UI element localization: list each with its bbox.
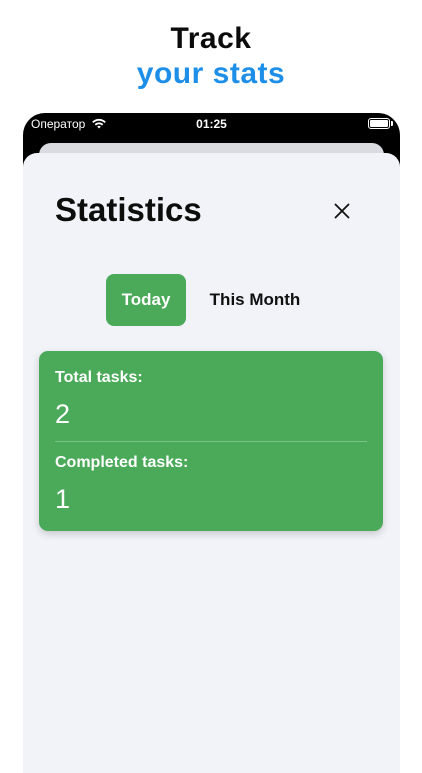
status-bar: Оператор 01:25 <box>23 113 400 135</box>
tab-this-month[interactable]: This Month <box>199 274 311 326</box>
total-tasks-label: Total tasks: <box>55 369 143 386</box>
close-button[interactable] <box>329 198 355 224</box>
promo-title: Track <box>170 22 252 55</box>
total-tasks-value: 2 <box>55 399 71 429</box>
stats-card: Total tasks: 2 Completed tasks: 1 <box>39 351 383 531</box>
phone-frame: Оператор 01:25 Statistics Today This Mon… <box>23 113 400 773</box>
promo-subtitle: your stats <box>136 57 286 90</box>
page-title: Statistics <box>55 191 202 228</box>
tab-today[interactable]: Today <box>106 274 186 326</box>
completed-tasks-value: 1 <box>55 484 71 514</box>
close-icon <box>334 203 350 219</box>
stats-divider <box>55 441 367 442</box>
battery-tip <box>391 121 393 126</box>
battery-icon <box>368 118 390 129</box>
promo-header: Track your stats <box>0 0 422 110</box>
status-time: 01:25 <box>196 117 227 131</box>
completed-tasks-label: Completed tasks: <box>55 454 189 471</box>
